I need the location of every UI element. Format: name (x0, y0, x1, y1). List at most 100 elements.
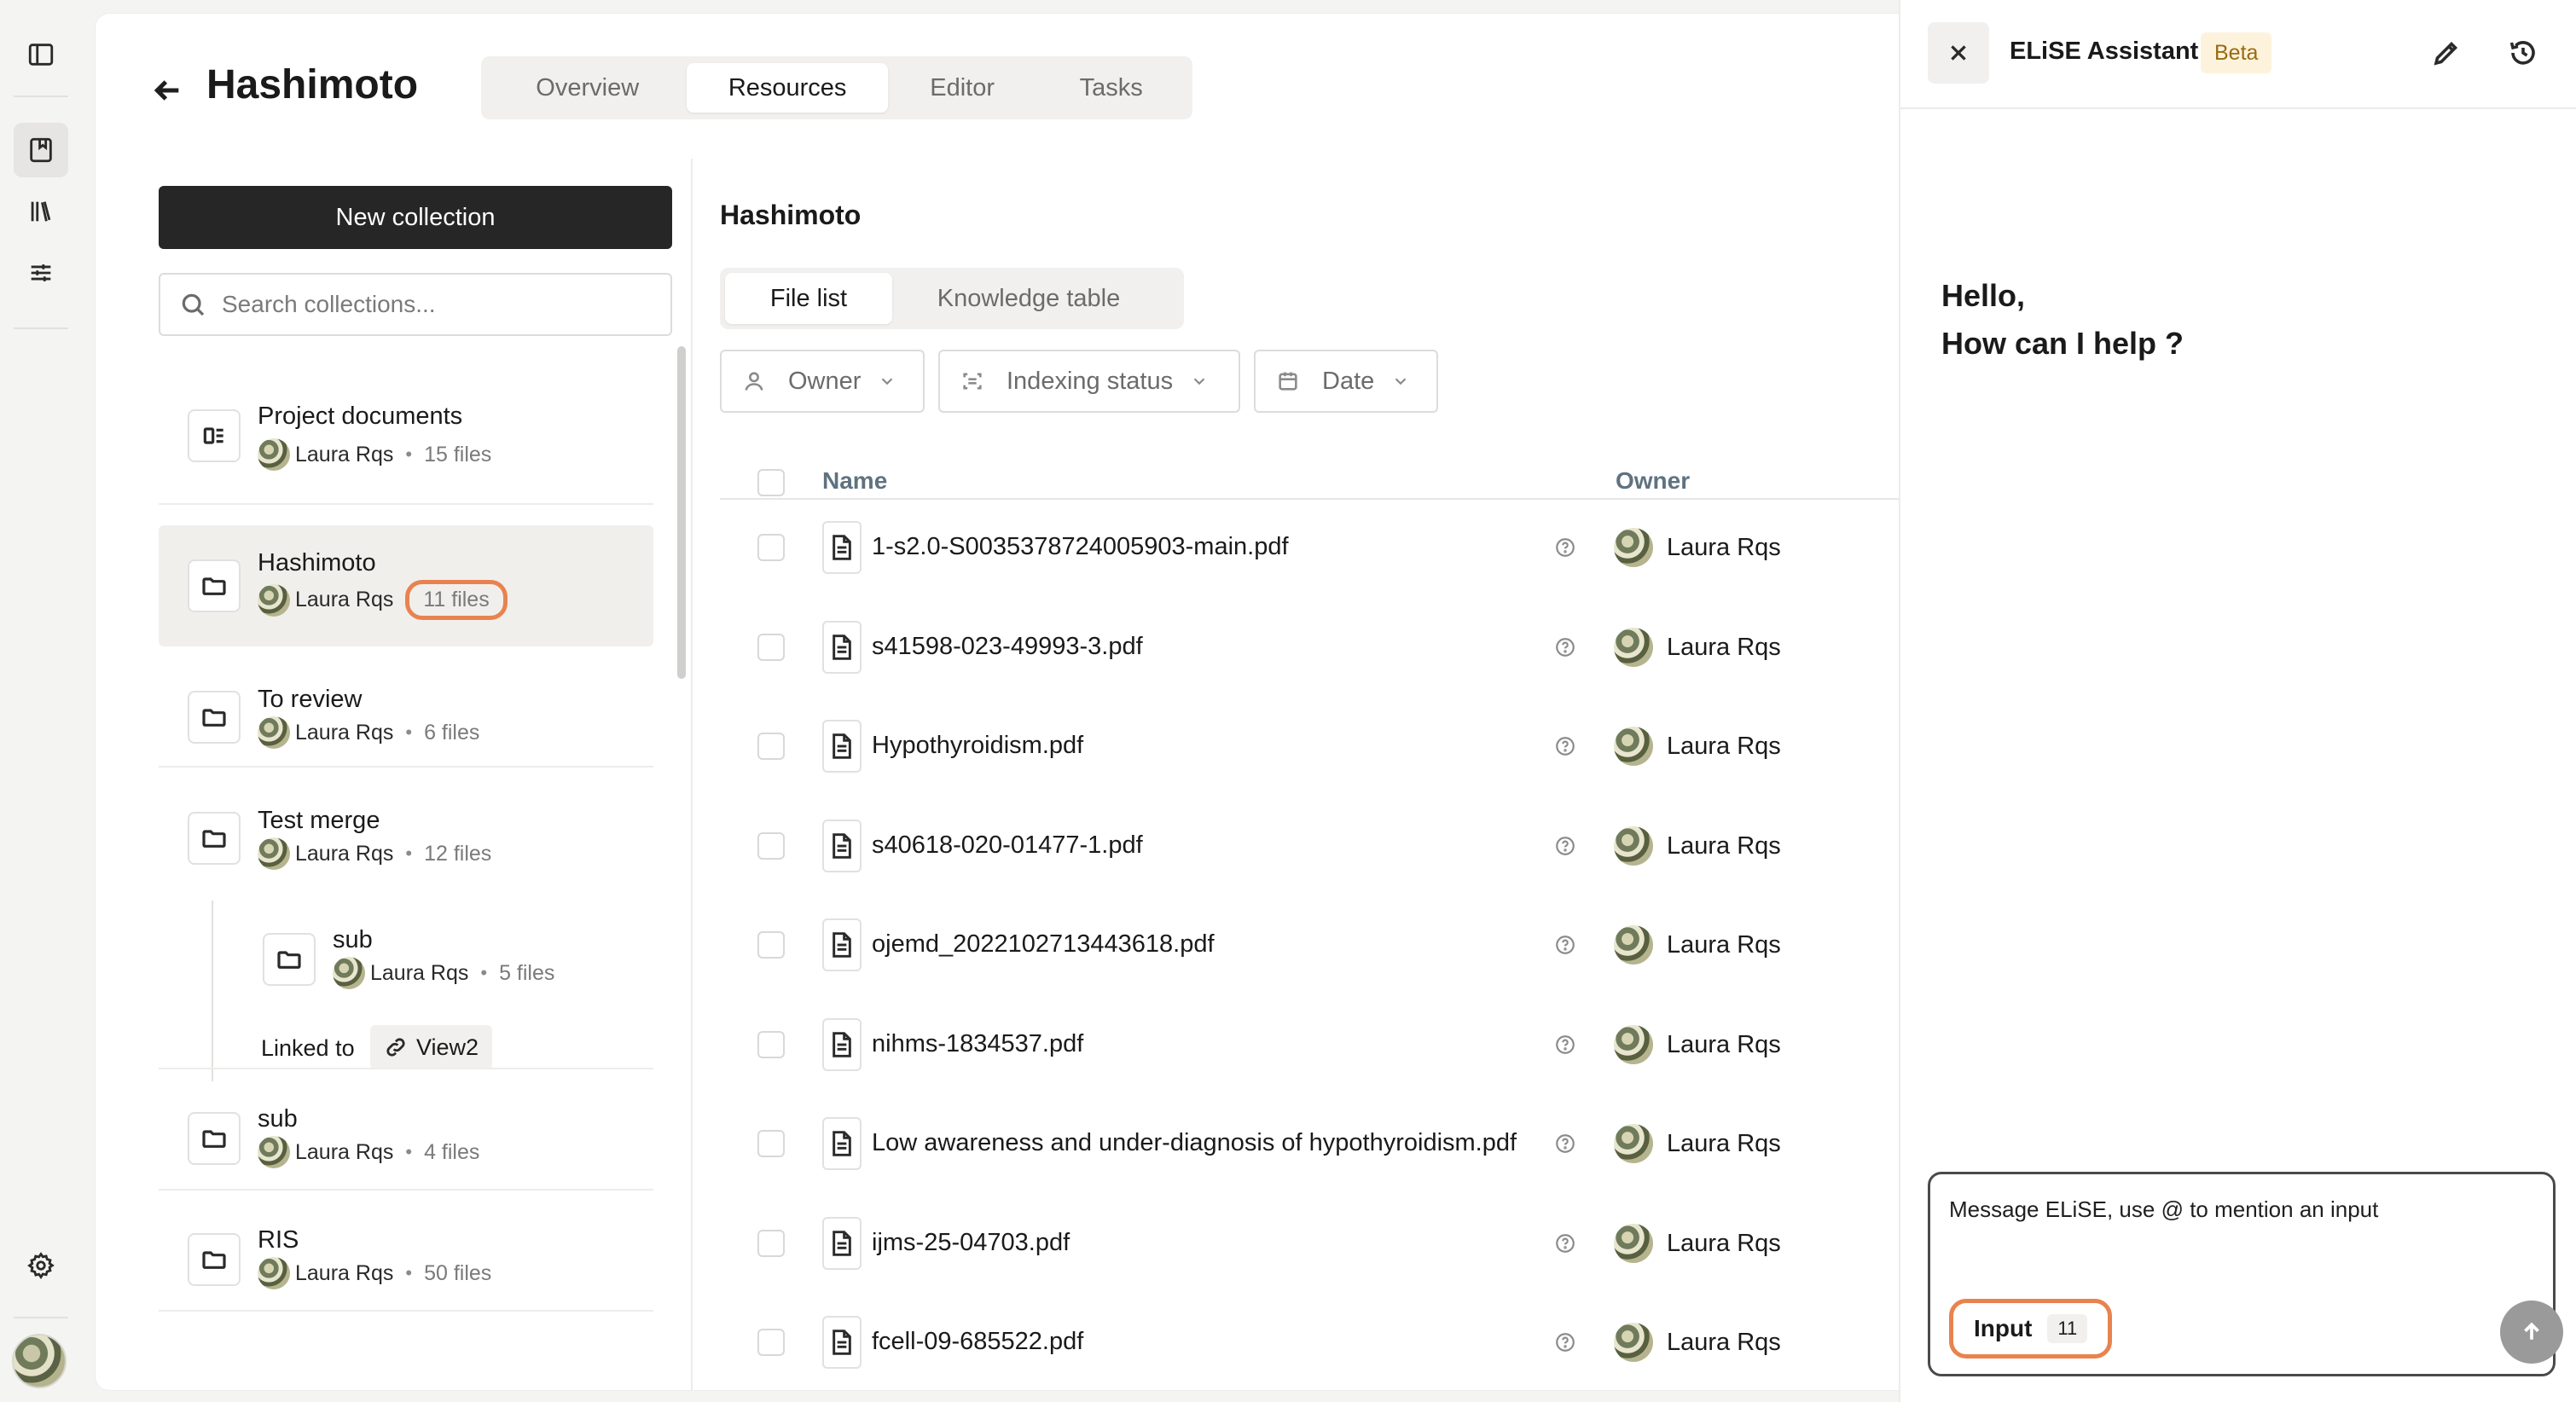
help-circle-icon[interactable] (1554, 934, 1576, 956)
calendar-icon (1279, 372, 1297, 391)
new-chat-button[interactable] (2431, 38, 2462, 68)
send-button[interactable] (2500, 1301, 2563, 1364)
collection-item[interactable]: Project documents Laura Rqs • 15 files (159, 355, 653, 500)
column-divider (691, 159, 693, 1390)
tab-tasks[interactable]: Tasks (1036, 63, 1186, 113)
help-circle-icon[interactable] (1554, 1133, 1576, 1155)
help-circle-icon[interactable] (1554, 1034, 1576, 1056)
collection-item[interactable]: sub Laura Rqs • 4 files (159, 1083, 653, 1194)
linked-to-label: Linked to (261, 1035, 355, 1061)
linked-view-chip[interactable]: View2 (370, 1025, 493, 1069)
arrow-up-icon (2524, 1322, 2539, 1340)
column-header-owner[interactable]: Owner (1616, 467, 1690, 495)
history-button[interactable] (2508, 38, 2538, 68)
avatar (333, 957, 365, 989)
collections-scrollbar[interactable] (677, 346, 686, 679)
chevron-down-icon (1193, 378, 1205, 385)
help-circle-icon[interactable] (1554, 636, 1576, 658)
help-circle-icon[interactable] (1554, 536, 1576, 559)
collection-meta: Laura Rqs • 12 files (258, 837, 491, 870)
owner-name: Laura Rqs (1667, 1129, 1781, 1157)
tab-overview[interactable]: Overview (488, 63, 687, 113)
row-checkbox[interactable] (757, 534, 785, 561)
owner-name: Laura Rqs (1667, 732, 1781, 760)
new-collection-button[interactable]: New collection (159, 186, 672, 249)
owner-cell: Laura Rqs (1614, 925, 1781, 965)
tab-editor[interactable]: Editor (888, 63, 1037, 113)
help-circle-icon[interactable] (1554, 1232, 1576, 1254)
tab-file-list[interactable]: File list (725, 273, 892, 324)
folder-title: Hashimoto (720, 200, 862, 230)
file-name[interactable]: s41598-023-49993-3.pdf (872, 633, 1143, 661)
row-checkbox[interactable] (757, 1031, 785, 1058)
owner-cell: Laura Rqs (1614, 826, 1781, 866)
file-name[interactable]: fcell-09-685522.pdf (872, 1328, 1083, 1356)
tab-knowledge-table[interactable]: Knowledge table (892, 273, 1165, 324)
avatar (1614, 628, 1653, 667)
indexing-status-filter[interactable]: Indexing status (938, 350, 1240, 413)
input-chip-count: 11 (2047, 1314, 2088, 1343)
file-name[interactable]: nihms-1834537.pdf (872, 1030, 1083, 1058)
file-name[interactable]: Hypothyroidism.pdf (872, 732, 1083, 760)
close-assistant-button[interactable] (1928, 22, 1989, 84)
collection-item[interactable]: Test merge Laura Rqs • 12 files (159, 783, 653, 894)
row-checkbox[interactable] (757, 1230, 785, 1257)
select-all-checkbox[interactable] (757, 469, 785, 496)
input-mention-chip[interactable]: Input 11 (1949, 1299, 2113, 1359)
avatar (1614, 1224, 1653, 1263)
rail-library-button[interactable] (14, 184, 68, 239)
file-name[interactable]: Low awareness and under-diagnosis of hyp… (872, 1129, 1517, 1157)
collection-item[interactable]: RIS Laura Rqs • 50 files (159, 1204, 653, 1315)
scan-icon (963, 373, 982, 390)
rail-settings-button[interactable] (14, 246, 68, 300)
table-header-rule (720, 498, 1899, 500)
row-checkbox[interactable] (757, 832, 785, 860)
file-name[interactable]: ojemd_2022102713443618.pdf (872, 930, 1215, 959)
sidebar-toggle-icon (28, 43, 54, 66)
row-checkbox[interactable] (757, 1329, 785, 1356)
separator-dot: • (405, 721, 413, 743)
row-checkbox[interactable] (757, 931, 785, 959)
greeting-line-1: Hello, (1941, 278, 2026, 313)
row-checkbox[interactable] (757, 634, 785, 661)
back-button[interactable] (150, 73, 184, 107)
file-name[interactable]: 1-s2.0-S0035378724005903-main.pdf (872, 533, 1289, 561)
row-checkbox[interactable] (757, 1130, 785, 1157)
help-circle-icon[interactable] (1554, 735, 1576, 757)
date-filter[interactable]: Date (1254, 350, 1438, 413)
message-input[interactable] (1949, 1196, 2529, 1265)
tab-resources[interactable]: Resources (687, 63, 888, 113)
collection-meta: Laura Rqs • 50 files (258, 1257, 491, 1289)
file-icon (822, 820, 862, 872)
file-count: 5 files (499, 960, 555, 985)
row-checkbox[interactable] (757, 733, 785, 760)
sidebar-toggle-button[interactable] (14, 27, 68, 82)
collection-item[interactable]: To review Laura Rqs • 6 files (159, 662, 653, 773)
gear-icon (27, 1252, 55, 1280)
owner-filter[interactable]: Owner (720, 350, 925, 413)
collection-item-selected[interactable]: Hashimoto Laura Rqs 11 files (159, 525, 653, 646)
separator-dot: • (405, 443, 413, 465)
avatar (258, 716, 290, 749)
file-name[interactable]: ijms-25-04703.pdf (872, 1229, 1070, 1257)
file-icon (822, 621, 862, 674)
avatar (1614, 528, 1653, 567)
separator-dot: • (405, 1141, 413, 1162)
folder-icon (188, 691, 241, 744)
file-count: 15 files (424, 442, 492, 466)
help-circle-icon[interactable] (1554, 1331, 1576, 1353)
help-circle-icon[interactable] (1554, 835, 1576, 857)
rail-resources-button[interactable] (14, 123, 68, 177)
folder-icon (188, 1233, 241, 1286)
close-icon (1951, 45, 1966, 61)
collection-name: sub (258, 1105, 298, 1133)
collection-item-nested[interactable]: sub Laura Rqs • 5 files (234, 904, 653, 1015)
user-avatar[interactable] (12, 1334, 67, 1388)
file-name[interactable]: s40618-020-01477-1.pdf (872, 831, 1143, 860)
folder-icon (188, 812, 241, 865)
file-count-highlighted: 11 files (405, 580, 508, 620)
gear-button[interactable] (14, 1238, 68, 1293)
search-input[interactable] (222, 291, 631, 318)
column-header-name[interactable]: Name (822, 467, 887, 495)
assistant-title: ELiSE Assistant (2010, 38, 2199, 65)
